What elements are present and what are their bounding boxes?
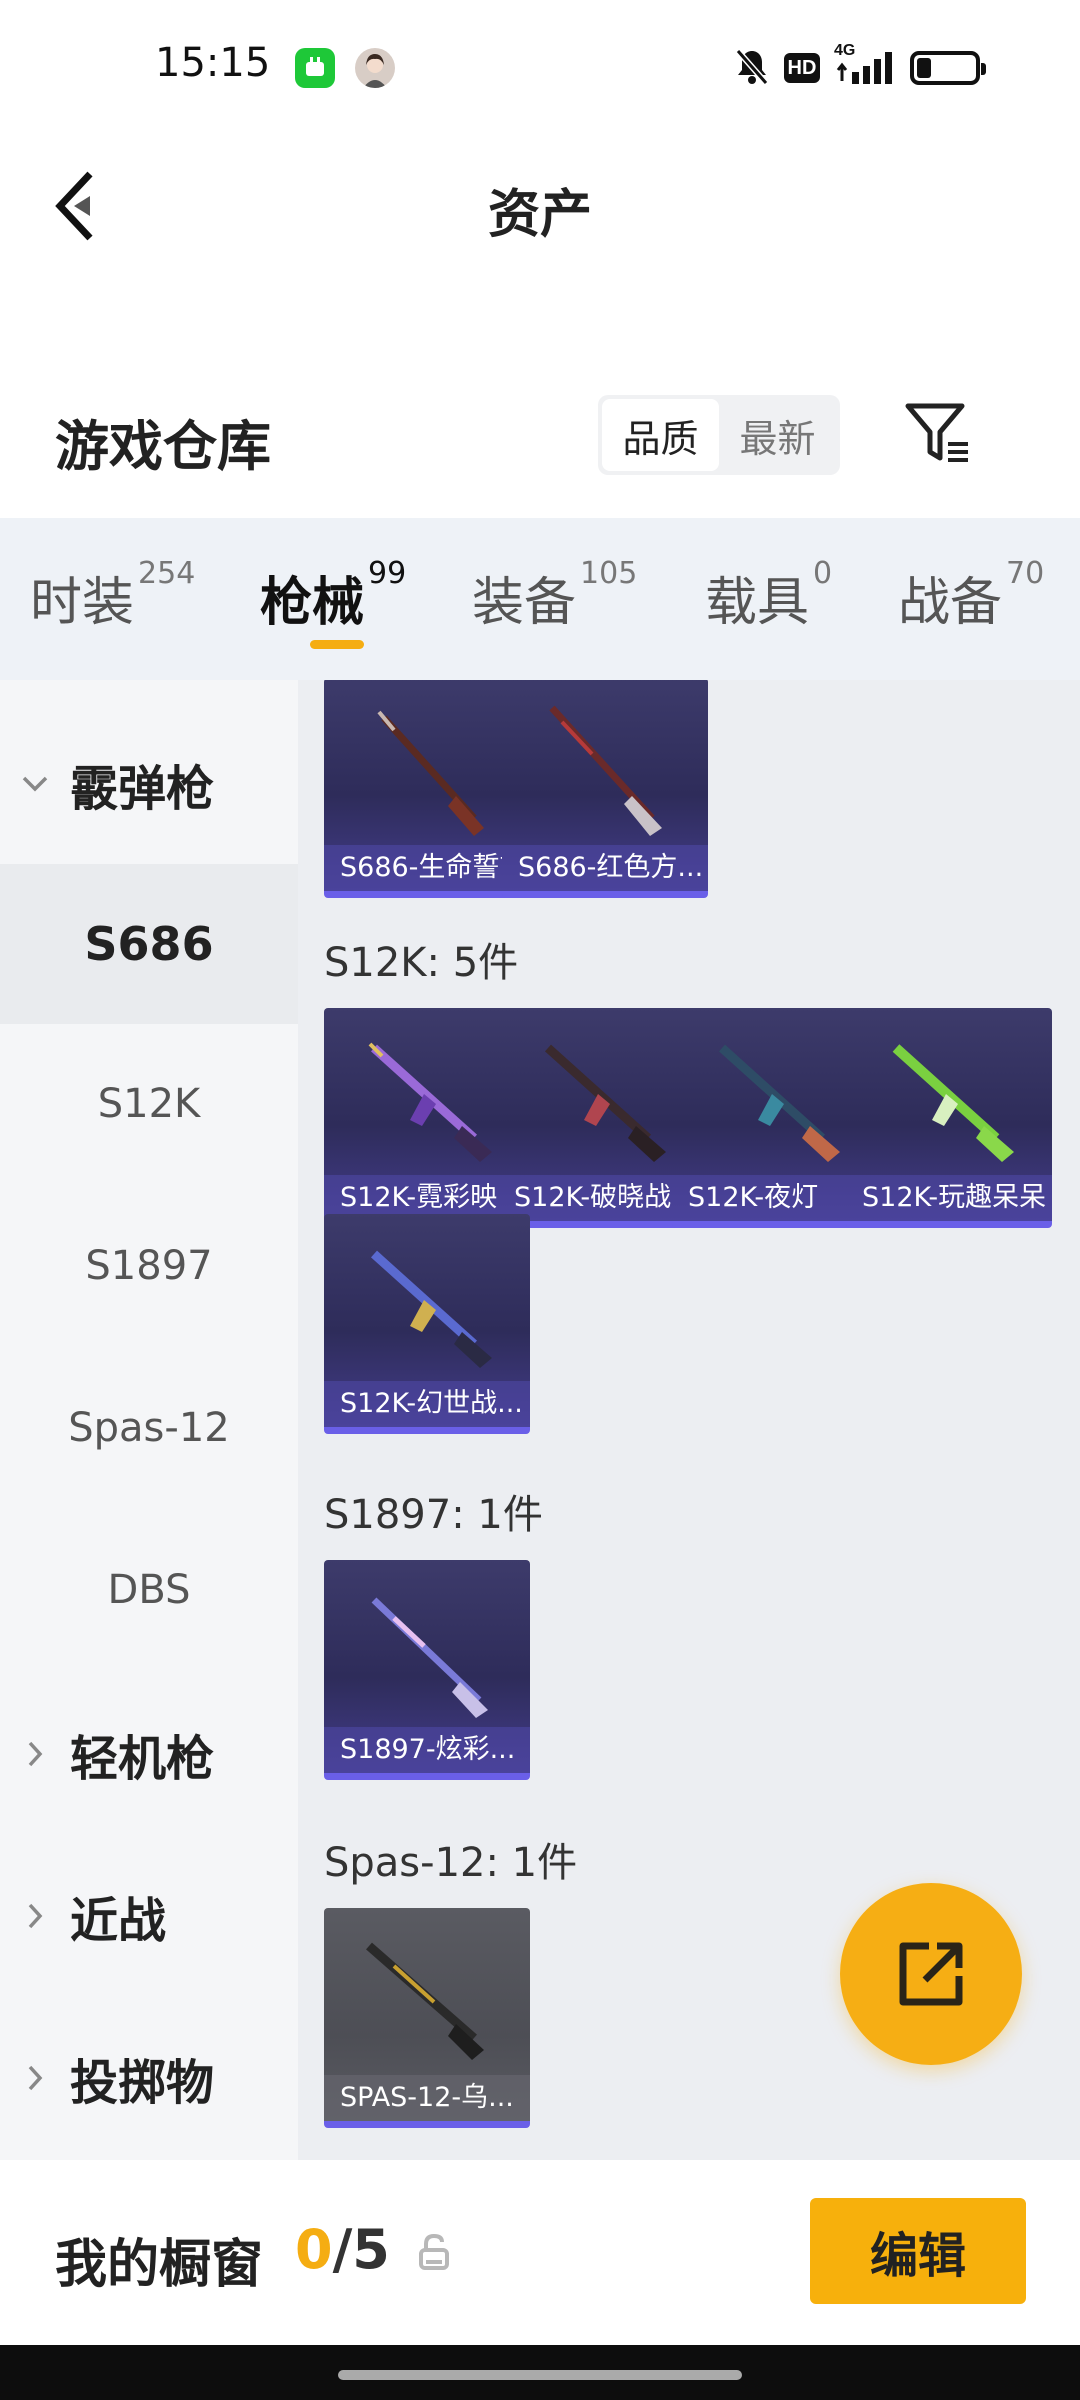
item-card[interactable]: S12K-玩趣呆呆 — [846, 1008, 1052, 1228]
tab-count: 105 — [580, 556, 638, 591]
item-card-name: S12K-幻世战... — [324, 1381, 530, 1427]
sidebar-item-s686[interactable]: S686 — [0, 864, 298, 1024]
item-card-name: S12K-玩趣呆呆 — [846, 1175, 1052, 1221]
item-card[interactable]: S686-生命誓言 — [324, 680, 530, 898]
mute-bell-icon — [734, 47, 770, 89]
filter-button[interactable] — [900, 400, 980, 470]
rifle-skin-icon — [370, 1250, 492, 1368]
showcase-total: /5 — [332, 2218, 390, 2281]
shotgun-skin-icon — [549, 705, 662, 836]
share-external-icon — [899, 1942, 963, 2006]
shotgun-skin-icon — [371, 1597, 488, 1718]
tab-equipment[interactable]: 装备 105 — [472, 556, 637, 635]
sort-toggle: 品质 最新 — [598, 395, 840, 475]
section-heading-s12k: S12K: 5件 — [324, 940, 519, 986]
sidebar-item-s12k[interactable]: S12K — [0, 1024, 298, 1184]
item-card-name: S686-红色方... — [502, 845, 708, 891]
hd-icon: HD — [784, 53, 820, 83]
item-card[interactable]: S686-红色方... — [502, 680, 708, 898]
warehouse-title: 游戏仓库 — [55, 415, 271, 478]
page-title: 资产 — [487, 185, 592, 245]
sidebar-item-spas12[interactable]: Spas-12 — [0, 1348, 298, 1508]
item-card-name: S1897-炫彩... — [324, 1727, 530, 1773]
tab-count: 254 — [138, 556, 196, 591]
tab-supplies[interactable]: 战备 70 — [898, 556, 1044, 635]
active-tab-indicator — [310, 640, 364, 649]
tab-vehicles[interactable]: 载具 0 — [705, 556, 832, 635]
tab-count: 99 — [368, 556, 407, 591]
tab-label: 载具 — [705, 573, 810, 633]
sidebar-group-label: 近战 — [70, 1893, 167, 1949]
chevron-down-icon — [0, 774, 70, 794]
chevron-right-icon — [0, 2063, 70, 2093]
lock-icon — [418, 2232, 450, 2272]
avatar-icon — [355, 48, 395, 88]
showcase-used: 0 — [295, 2218, 333, 2281]
share-button[interactable] — [840, 1883, 1022, 2065]
item-card[interactable]: SPAS-12-乌... — [324, 1908, 530, 2128]
section-heading-spas12: Spas-12: 1件 — [324, 1840, 578, 1886]
chevron-right-icon — [0, 1739, 70, 1769]
tab-count: 0 — [813, 556, 833, 591]
item-card-name: SPAS-12-乌... — [324, 2075, 530, 2121]
sidebar-group-label: 轻机枪 — [70, 1731, 215, 1787]
item-card[interactable]: S1897-炫彩... — [324, 1560, 530, 1780]
section-heading-s1897: S1897: 1件 — [324, 1492, 543, 1538]
sidebar-group-melee[interactable]: 近战 — [0, 1836, 298, 1996]
rifle-skin-icon — [892, 1044, 1014, 1162]
shotgun-skin-icon — [366, 1942, 484, 2060]
status-icons: HD 4G — [734, 42, 986, 92]
edit-button[interactable]: 编辑 — [810, 2198, 1026, 2304]
shotgun-skin-icon — [377, 710, 484, 836]
tab-count: 70 — [1006, 556, 1045, 591]
tab-fashion[interactable]: 时装 254 — [30, 556, 195, 635]
tab-label: 时装 — [30, 573, 135, 633]
showcase-label: 我的橱窗 — [55, 2235, 264, 2295]
status-time: 15:15 — [155, 40, 271, 86]
item-card[interactable]: S12K-幻世战... — [324, 1214, 530, 1434]
tab-label: 枪械 — [260, 573, 365, 633]
tab-guns[interactable]: 枪械 99 — [260, 556, 406, 635]
item-card-name: S686-生命誓言 — [324, 845, 530, 891]
sort-option-newest[interactable]: 最新 — [719, 399, 836, 471]
sidebar-group-label: 投掷物 — [70, 2055, 215, 2111]
showcase-count: 0/5 — [295, 2218, 390, 2281]
sidebar-group-lmg[interactable]: 轻机枪 — [0, 1674, 298, 1834]
signal-icon: 4G — [834, 42, 896, 88]
chevron-right-icon — [0, 1901, 70, 1931]
tab-label: 装备 — [472, 573, 577, 633]
sidebar-group-throwables[interactable]: 投掷物 — [0, 1998, 298, 2158]
battery-icon — [910, 51, 986, 85]
tab-label: 战备 — [898, 573, 1003, 633]
sidebar-group-shotgun[interactable]: 霰弹枪 — [0, 704, 298, 864]
filter-icon — [905, 403, 968, 462]
home-indicator[interactable] — [338, 2370, 742, 2380]
sidebar-item-s1897[interactable]: S1897 — [0, 1186, 298, 1346]
sidebar-item-dbs[interactable]: DBS — [0, 1510, 298, 1670]
app-badge-icon — [295, 48, 335, 88]
sidebar-group-label: 霰弹枪 — [70, 761, 215, 817]
sort-option-quality[interactable]: 品质 — [602, 399, 719, 471]
